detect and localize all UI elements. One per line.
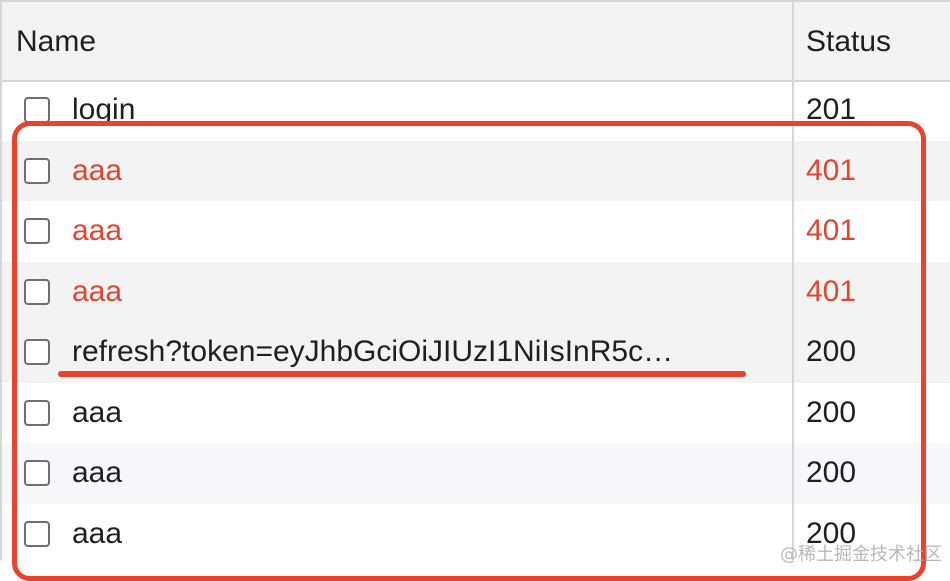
network-request-table: Name Status login 201 aaa 401 aaa 401 aa… xyxy=(0,0,950,560)
table-body: login 201 aaa 401 aaa 401 aaa 401 refres… xyxy=(2,82,950,564)
row-checkbox[interactable] xyxy=(24,339,50,365)
table-row[interactable]: login 201 xyxy=(2,80,950,141)
watermark: @稀土掘金技术社区 xyxy=(780,544,942,565)
request-name: aaa xyxy=(72,214,123,247)
request-name: aaa xyxy=(72,274,123,308)
annotation-underline xyxy=(58,371,746,377)
request-status: 200 xyxy=(806,335,857,368)
request-name: aaa xyxy=(72,153,123,187)
row-checkbox[interactable] xyxy=(24,278,50,305)
request-status: 201 xyxy=(806,93,857,126)
table-row[interactable]: aaa 401 xyxy=(2,140,950,201)
row-checkbox[interactable] xyxy=(24,157,50,184)
request-name: login xyxy=(72,93,136,126)
row-checkbox[interactable] xyxy=(24,460,50,486)
column-header-name[interactable]: Name xyxy=(16,2,96,82)
request-status: 401 xyxy=(806,153,857,187)
request-status: 200 xyxy=(806,456,857,489)
table-row[interactable]: aaa 401 xyxy=(2,261,950,322)
request-status: 401 xyxy=(806,274,857,308)
request-status: 200 xyxy=(806,395,857,429)
row-checkbox[interactable] xyxy=(24,520,50,547)
column-divider[interactable] xyxy=(792,0,794,560)
request-name: aaa xyxy=(72,395,123,429)
request-status: 401 xyxy=(806,214,857,247)
table-row[interactable]: aaa 200 xyxy=(2,383,950,444)
table-header: Name Status xyxy=(2,0,950,82)
request-name: aaa xyxy=(72,456,123,489)
row-checkbox[interactable] xyxy=(24,399,50,426)
row-checkbox[interactable] xyxy=(24,97,50,123)
table-row[interactable]: aaa 200 xyxy=(2,443,950,504)
table-row[interactable]: aaa 401 xyxy=(2,201,950,262)
row-checkbox[interactable] xyxy=(24,218,50,244)
request-name: aaa xyxy=(72,516,123,550)
column-header-status[interactable]: Status xyxy=(806,2,891,82)
